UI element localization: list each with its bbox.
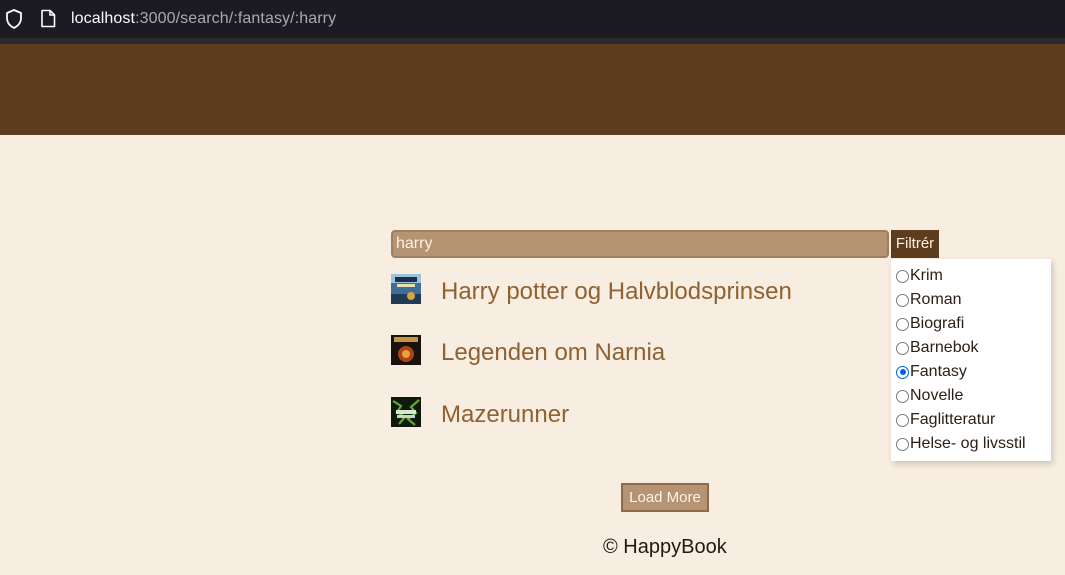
site-header — [0, 44, 1065, 135]
filter-option-fantasy[interactable]: Fantasy — [896, 362, 967, 382]
filter-dropdown: Krim Roman Biografi Barnebok Fantasy Nov… — [891, 259, 1051, 461]
footer-copyright: © HappyBook — [603, 536, 727, 558]
result-title[interactable]: Harry potter og Halvblodsprinsen — [441, 278, 792, 306]
filter-option-label: Barnebok — [910, 339, 979, 356]
filter-option-biografi[interactable]: Biografi — [896, 314, 964, 334]
url-path: :3000/search/:fantasy/:harry — [135, 10, 337, 27]
load-more-button[interactable]: Load More — [621, 483, 709, 512]
radio-faglitteratur[interactable] — [896, 413, 909, 427]
radio-novelle[interactable] — [896, 389, 909, 403]
radio-biografi[interactable] — [896, 317, 909, 331]
filter-option-helse[interactable]: Helse- og livsstil — [896, 434, 1026, 454]
filter-option-faglitteratur[interactable]: Faglitteratur — [896, 410, 995, 430]
radio-roman[interactable] — [896, 293, 909, 307]
filter-option-label: Biografi — [910, 315, 965, 332]
address-bar[interactable]: localhost:3000/search/:fantasy/:harry — [71, 10, 336, 28]
radio-barnebok[interactable] — [896, 341, 909, 355]
url-host: localhost — [71, 10, 136, 27]
filter-option-label: Roman — [910, 291, 962, 308]
book-cover-thumbnail[interactable] — [391, 335, 421, 365]
filter-option-label: Krim — [910, 267, 943, 284]
radio-helse[interactable] — [896, 437, 909, 451]
radio-fantasy[interactable] — [896, 365, 909, 379]
result-title[interactable]: Mazerunner — [441, 401, 569, 429]
shield-icon[interactable] — [5, 9, 23, 29]
filter-option-label: Helse- og livsstil — [910, 435, 1026, 452]
filter-option-roman[interactable]: Roman — [896, 290, 962, 310]
filter-option-barnebok[interactable]: Barnebok — [896, 338, 979, 358]
filter-option-krim[interactable]: Krim — [896, 266, 943, 286]
filter-option-novelle[interactable]: Novelle — [896, 386, 963, 406]
page-icon — [41, 9, 56, 28]
filter-option-label: Faglitteratur — [910, 411, 996, 428]
filter-option-label: Fantasy — [910, 363, 967, 380]
search-input[interactable] — [391, 230, 889, 258]
filter-button[interactable]: Filtrér — [891, 230, 939, 258]
result-title[interactable]: Legenden om Narnia — [441, 339, 665, 367]
book-cover-thumbnail[interactable] — [391, 397, 421, 427]
browser-toolbar: localhost:3000/search/:fantasy/:harry — [0, 0, 1065, 38]
radio-krim[interactable] — [896, 269, 909, 283]
book-cover-thumbnail[interactable] — [391, 274, 421, 304]
filter-option-label: Novelle — [910, 387, 964, 404]
